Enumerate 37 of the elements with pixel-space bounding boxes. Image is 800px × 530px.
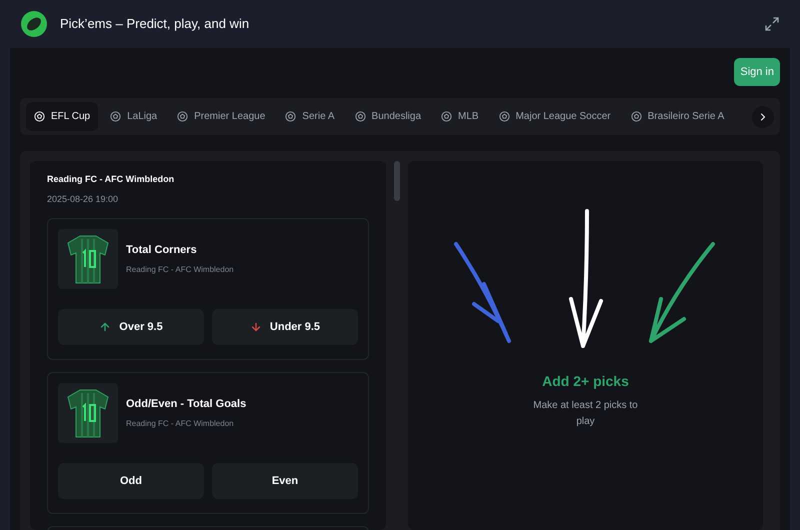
jersey-picture bbox=[58, 383, 118, 443]
match-title: Reading FC - AFC Wimbledon bbox=[47, 173, 176, 186]
arrow-up-icon bbox=[99, 321, 112, 333]
soccer-ball-icon bbox=[177, 111, 188, 122]
soccer-ball-icon bbox=[441, 111, 452, 122]
arrow-down-icon bbox=[250, 321, 262, 333]
league-tab[interactable]: Brasileiro Serie A bbox=[622, 102, 732, 131]
soccer-ball-icon bbox=[285, 111, 296, 122]
scroll-right-button[interactable] bbox=[752, 106, 774, 128]
pick-option-button[interactable]: Under 9.5 bbox=[212, 309, 358, 345]
league-tab[interactable]: LaLiga bbox=[102, 102, 166, 131]
app-title: Pick’ems – Predict, play, and win bbox=[60, 15, 250, 34]
soccer-ball-icon bbox=[110, 111, 122, 122]
logo-icon bbox=[20, 10, 48, 38]
league-tab[interactable]: MLB bbox=[433, 102, 487, 131]
league-tab[interactable]: Major League Soccer bbox=[490, 102, 619, 131]
soccer-ball-icon bbox=[34, 111, 45, 122]
pick-option-button[interactable]: Over 9.5 bbox=[58, 309, 204, 345]
soccer-ball-icon bbox=[354, 111, 366, 122]
market-subtitle: Reading FC - AFC Wimbledon bbox=[126, 418, 235, 430]
soccer-ball-icon bbox=[630, 111, 642, 122]
league-tab[interactable]: Premier League bbox=[169, 102, 274, 131]
jersey-picture bbox=[58, 229, 118, 289]
empty-state-text: Make at least 2 picks to play bbox=[532, 399, 639, 429]
pick-option-button[interactable]: Even bbox=[212, 463, 358, 499]
league-tab[interactable]: EFL Cup bbox=[26, 102, 98, 131]
pick-option-button[interactable]: Odd bbox=[58, 463, 204, 499]
scrollbar-thumb[interactable] bbox=[394, 161, 400, 201]
market-subtitle: Reading FC - AFC Wimbledon bbox=[126, 264, 234, 276]
empty-state-title: Add 2+ picks bbox=[542, 372, 629, 391]
soccer-ball-icon bbox=[498, 111, 510, 122]
match-time: 2025-08-26 19:00 bbox=[47, 192, 120, 206]
league-tab[interactable]: Bundesliga bbox=[346, 102, 430, 131]
market-title: Total Corners bbox=[126, 242, 198, 258]
market-title: Odd/Even - Total Goals bbox=[126, 396, 246, 412]
fullscreen-icon[interactable] bbox=[764, 16, 780, 32]
league-tab[interactable]: Serie A bbox=[277, 102, 343, 131]
